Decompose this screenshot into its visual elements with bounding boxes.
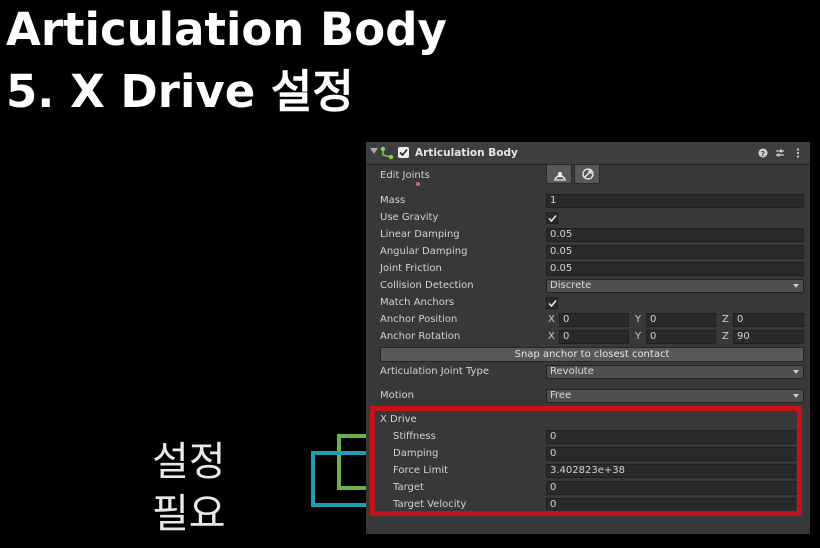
edit-limits-button[interactable] <box>574 164 600 184</box>
chevron-down-icon <box>793 284 799 288</box>
joint-friction-label: Joint Friction <box>380 263 442 274</box>
joint-friction-row: Joint Friction 0.05 <box>366 261 810 278</box>
anchor-position-y-field[interactable]: 0 <box>646 313 716 327</box>
use-gravity-checkbox[interactable] <box>546 212 558 224</box>
anchor-rotation-z-field[interactable]: 90 <box>733 330 804 344</box>
anchor-rotation-label: Anchor Rotation <box>380 331 461 342</box>
mass-label: Mass <box>380 195 406 206</box>
snap-anchor-button[interactable]: Snap anchor to closest contact <box>380 347 804 362</box>
motion-dropdown[interactable]: Free <box>546 389 804 403</box>
joint-type-value: Revolute <box>550 366 594 377</box>
collision-detection-value: Discrete <box>550 280 592 291</box>
match-anchors-row: Match Anchors <box>366 295 810 312</box>
use-gravity-label: Use Gravity <box>380 212 439 223</box>
angular-damping-field[interactable]: 0.05 <box>546 245 804 259</box>
x-drive-highlight-box <box>370 406 802 516</box>
anchor-rotation-x-field[interactable]: 0 <box>559 330 629 344</box>
svg-text:?: ? <box>761 150 765 158</box>
linear-damping-row: Linear Damping 0.05 <box>366 227 810 244</box>
joint-type-label: Articulation Joint Type <box>380 366 489 377</box>
linear-damping-label: Linear Damping <box>380 229 460 240</box>
match-anchors-checkbox[interactable] <box>546 297 558 309</box>
anchor-position-x-field[interactable]: 0 <box>559 313 629 327</box>
annotation-line1: 설정 <box>152 439 226 485</box>
angular-damping-label: Angular Damping <box>380 246 468 257</box>
component-title: Articulation Body <box>415 147 518 159</box>
linear-damping-field[interactable]: 0.05 <box>546 228 804 242</box>
motion-row: Motion Free <box>366 388 810 405</box>
axis-x-label: X <box>548 331 555 342</box>
slide-title: Articulation Body <box>6 3 447 56</box>
axis-x-label: X <box>548 314 555 325</box>
more-options-icon[interactable] <box>793 148 803 158</box>
match-anchors-label: Match Anchors <box>380 297 455 308</box>
anchor-position-row: Anchor Position X 0 Y 0 Z 0 <box>366 312 810 329</box>
edit-joints-label: Edit Joints <box>380 170 430 181</box>
check-icon <box>548 300 557 308</box>
anchor-position-label: Anchor Position <box>380 314 458 325</box>
joint-type-dropdown[interactable]: Revolute <box>546 365 804 379</box>
articulation-body-icon <box>380 146 394 160</box>
use-gravity-row: Use Gravity <box>366 210 810 227</box>
collision-detection-row: Collision Detection Discrete <box>366 278 810 295</box>
edit-anchor-icon <box>554 172 566 181</box>
edit-joints-indicator <box>416 182 420 186</box>
mass-field[interactable]: 1 <box>546 194 804 208</box>
joint-friction-field[interactable]: 0.05 <box>546 262 804 276</box>
snap-anchor-row: Snap anchor to closest contact <box>366 346 810 363</box>
axis-y-label: Y <box>635 314 642 325</box>
axis-z-label: Z <box>722 331 729 342</box>
chevron-down-icon <box>793 370 799 374</box>
presets-icon[interactable] <box>775 148 785 158</box>
collision-detection-label: Collision Detection <box>380 280 474 291</box>
component-header[interactable]: Articulation Body ? <box>366 142 810 165</box>
anchor-rotation-row: Anchor Rotation X 0 Y 0 Z 90 <box>366 329 810 346</box>
help-icon[interactable]: ? <box>758 148 768 158</box>
motion-label: Motion <box>380 390 414 401</box>
anchor-rotation-y-field[interactable]: 0 <box>646 330 716 344</box>
component-enabled-checkbox[interactable] <box>398 147 409 158</box>
axis-y-label: Y <box>635 331 642 342</box>
axis-z-label: Z <box>722 314 729 325</box>
annotation-line2: 필요 <box>152 491 226 537</box>
chevron-down-icon <box>793 394 799 398</box>
angular-damping-row: Angular Damping 0.05 <box>366 244 810 261</box>
check-icon <box>548 215 557 223</box>
slide-subtitle: 5. X Drive 설정 <box>6 65 354 118</box>
motion-value: Free <box>550 390 572 401</box>
anchor-position-z-field[interactable]: 0 <box>733 313 804 327</box>
mass-row: Mass 1 <box>366 193 810 210</box>
collision-detection-dropdown[interactable]: Discrete <box>546 279 804 293</box>
edit-anchor-button[interactable] <box>546 164 572 184</box>
rotate-joint-icon <box>582 168 594 180</box>
foldout-arrow-icon[interactable] <box>370 148 378 154</box>
joint-type-row: Articulation Joint Type Revolute <box>366 364 810 381</box>
